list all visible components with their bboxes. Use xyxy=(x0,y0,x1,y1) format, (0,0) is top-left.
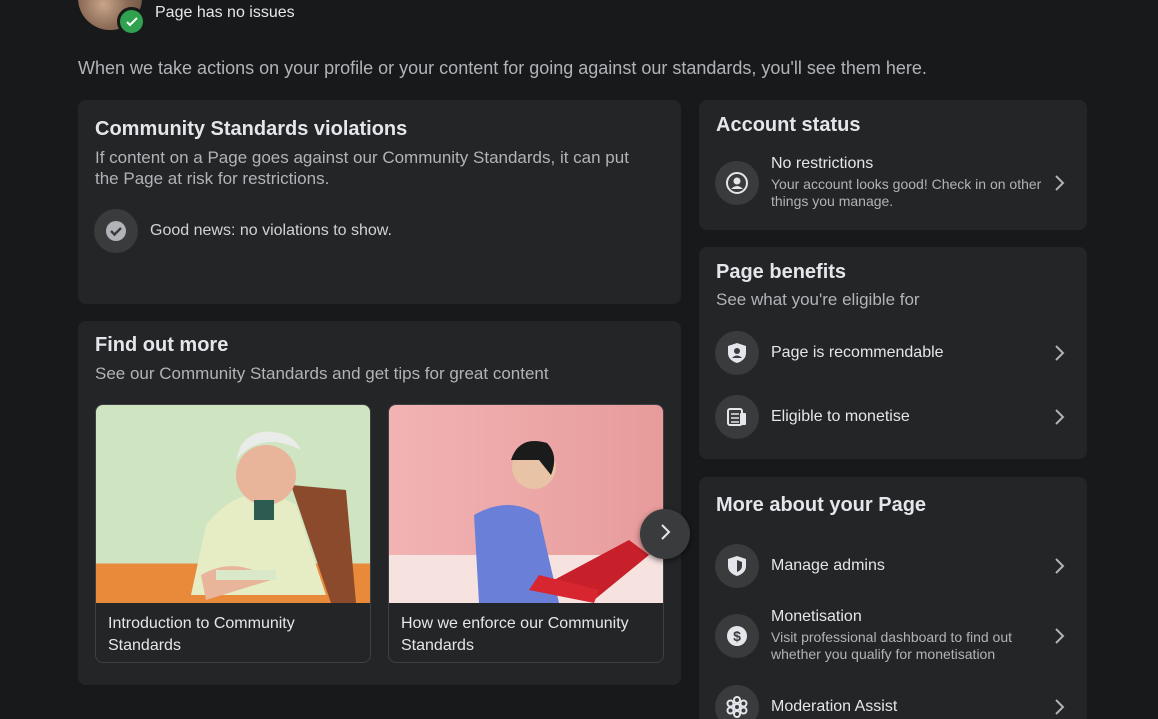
illustration-woman-laptop xyxy=(389,405,663,603)
more-about-title: More about your Page xyxy=(716,494,927,516)
intro-text: When we take actions on your profile or … xyxy=(78,58,927,78)
page-benefits-card: Page benefits See what you're eligible f… xyxy=(699,247,1087,459)
more-item-label: Monetisation xyxy=(771,608,862,625)
tile-how-we-enforce[interactable]: How we enforce our Community Standards xyxy=(388,404,664,663)
shield-icon xyxy=(715,544,759,588)
check-badge-icon xyxy=(117,7,146,36)
more-item-label: Moderation Assist xyxy=(771,698,898,715)
person-circle-icon xyxy=(715,160,759,205)
more-item-manage-admins[interactable]: Manage admins xyxy=(715,544,1071,588)
tile-caption: How we enforce our Community Standards xyxy=(401,615,629,654)
no-violations-message: Good news: no violations to show. xyxy=(150,222,392,239)
illustration-elderly-man xyxy=(96,405,370,603)
carousel-next-button[interactable] xyxy=(640,509,690,559)
tile-caption: Introduction to Community Standards xyxy=(108,615,295,654)
violations-card: Community Standards violations If conten… xyxy=(78,100,681,304)
more-item-desc: Visit professional dashboard to find out… xyxy=(771,629,1013,662)
check-circle-icon xyxy=(94,209,138,253)
find-out-more-title: Find out more xyxy=(95,334,229,356)
more-about-page-card: More about your Page Manage admins $ Mon… xyxy=(699,477,1087,719)
chevron-right-icon xyxy=(1047,408,1071,426)
chevron-right-icon xyxy=(658,523,672,546)
tile-intro-community-standards[interactable]: Introduction to Community Standards xyxy=(95,404,371,663)
more-item-label: Manage admins xyxy=(771,557,885,574)
find-out-more-subtitle: See our Community Standards and get tips… xyxy=(95,364,549,383)
chevron-right-icon xyxy=(1047,344,1071,362)
account-status-title: Account status xyxy=(716,114,861,136)
chevron-right-icon xyxy=(1047,698,1071,716)
benefit-label: Eligible to monetise xyxy=(771,408,910,425)
violations-title: Community Standards violations xyxy=(95,118,408,140)
dollar-circle-icon: $ xyxy=(715,613,759,658)
chevron-right-icon xyxy=(1047,174,1071,192)
chevron-right-icon xyxy=(1047,557,1071,575)
svg-text:$: $ xyxy=(733,628,741,644)
benefit-item-monetise[interactable]: Eligible to monetise xyxy=(715,395,1071,439)
page-benefits-title: Page benefits xyxy=(716,261,847,283)
page-status-text: Page has no issues xyxy=(155,4,295,21)
benefit-item-recommendable[interactable]: Page is recommendable xyxy=(715,331,1071,375)
account-status-row[interactable]: No restrictions Your account looks good!… xyxy=(715,155,1071,210)
account-status-label: No restrictions xyxy=(771,155,874,172)
page-benefits-subtitle: See what you're eligible for xyxy=(716,290,920,309)
more-item-monetisation[interactable]: $ Monetisation Visit professional dashbo… xyxy=(715,608,1071,663)
chevron-right-icon xyxy=(1047,627,1071,645)
gear-flower-icon xyxy=(715,685,759,719)
account-status-desc: Your account looks good! Check in on oth… xyxy=(771,176,1042,209)
account-status-card: Account status No restrictions Your acco… xyxy=(699,100,1087,230)
more-item-moderation-assist[interactable]: Moderation Assist xyxy=(715,685,1071,719)
violations-subtitle: If content on a Page goes against our Co… xyxy=(95,148,629,188)
shield-person-icon xyxy=(715,331,759,375)
benefit-label: Page is recommendable xyxy=(771,344,944,361)
money-stack-icon xyxy=(715,395,759,439)
